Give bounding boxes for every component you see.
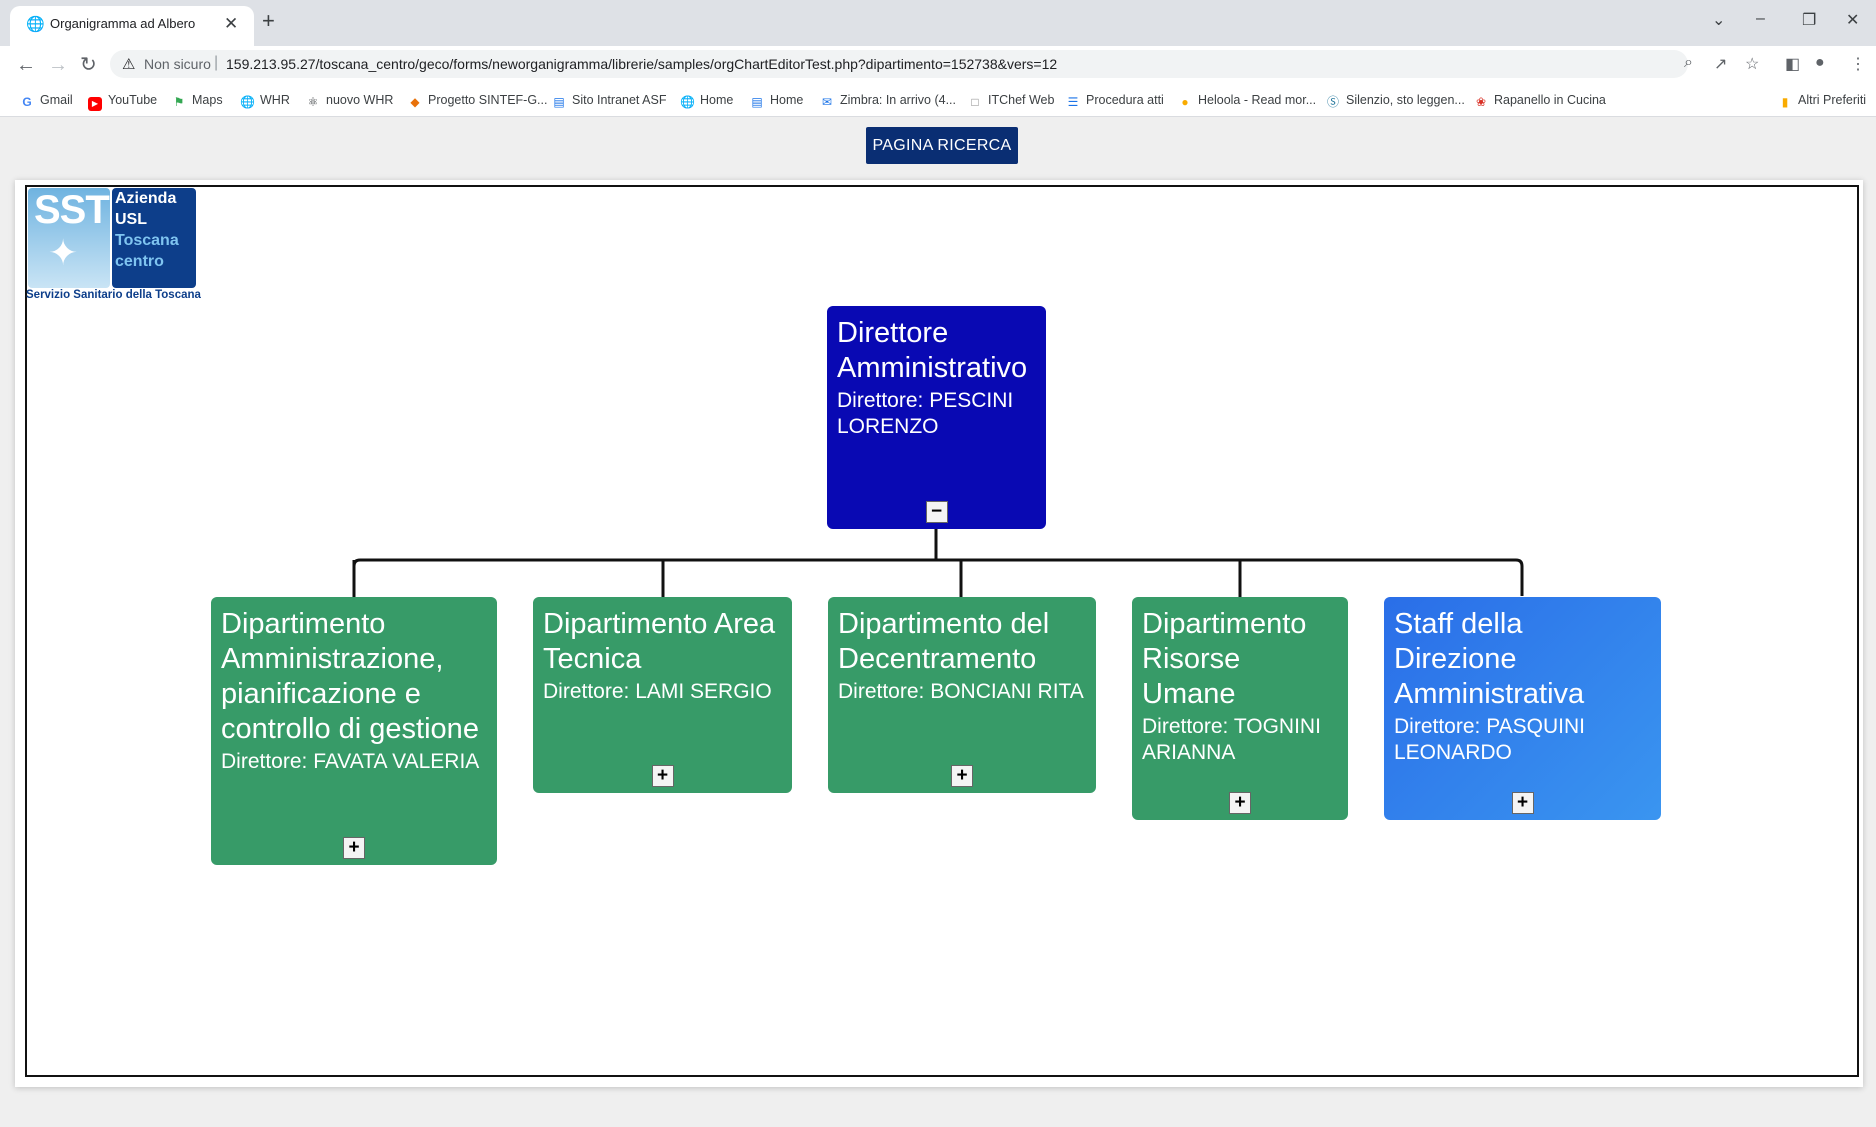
node-director: Direttore: PASQUINI LEONARDO	[1394, 715, 1585, 764]
node-director: Direttore: BONCIANI RITA	[838, 680, 1084, 703]
node-title: Dipartimento Risorse Umane	[1142, 608, 1307, 710]
org-node-area-tecnica[interactable]: Dipartimento Area Tecnica Direttore: LAM…	[533, 597, 792, 793]
org-node-decentramento[interactable]: Dipartimento del Decentramento Direttore…	[828, 597, 1096, 793]
connector-bus	[352, 558, 1524, 596]
node-title: Dipartimento Amministrazione, pianificaz…	[221, 608, 479, 745]
collapse-toggle[interactable]: −	[925, 501, 948, 523]
org-connectors	[352, 528, 1524, 597]
node-title: Direttore Amministrativo	[837, 317, 1028, 384]
org-node-root[interactable]: Direttore Amministrativo Direttore: PESC…	[827, 306, 1046, 529]
expand-toggle[interactable]: +	[1511, 792, 1534, 814]
node-director: Direttore: FAVATA VALERIA	[221, 750, 480, 773]
node-title: Dipartimento Area Tecnica	[543, 608, 776, 675]
org-node-amministrazione[interactable]: Dipartimento Amministrazione, pianificaz…	[211, 597, 497, 865]
node-director: Direttore: LAMI SERGIO	[543, 680, 772, 703]
org-node-risorse-umane[interactable]: Dipartimento Risorse Umane Direttore: TO…	[1132, 597, 1348, 820]
expand-toggle[interactable]: +	[343, 837, 365, 859]
org-node-staff-direzione[interactable]: Staff della Direzione Amministrativa Dir…	[1384, 597, 1661, 820]
expand-toggle[interactable]: +	[951, 765, 973, 787]
expand-toggle[interactable]: +	[1229, 792, 1251, 814]
node-title: Dipartimento del Decentramento	[838, 608, 1050, 675]
node-director: Direttore: PESCINI LORENZO	[837, 389, 1014, 438]
node-title: Staff della Direzione Amministrativa	[1394, 608, 1585, 710]
expand-toggle[interactable]: +	[651, 765, 674, 787]
node-director: Direttore: TOGNINI ARIANNA	[1142, 715, 1321, 764]
